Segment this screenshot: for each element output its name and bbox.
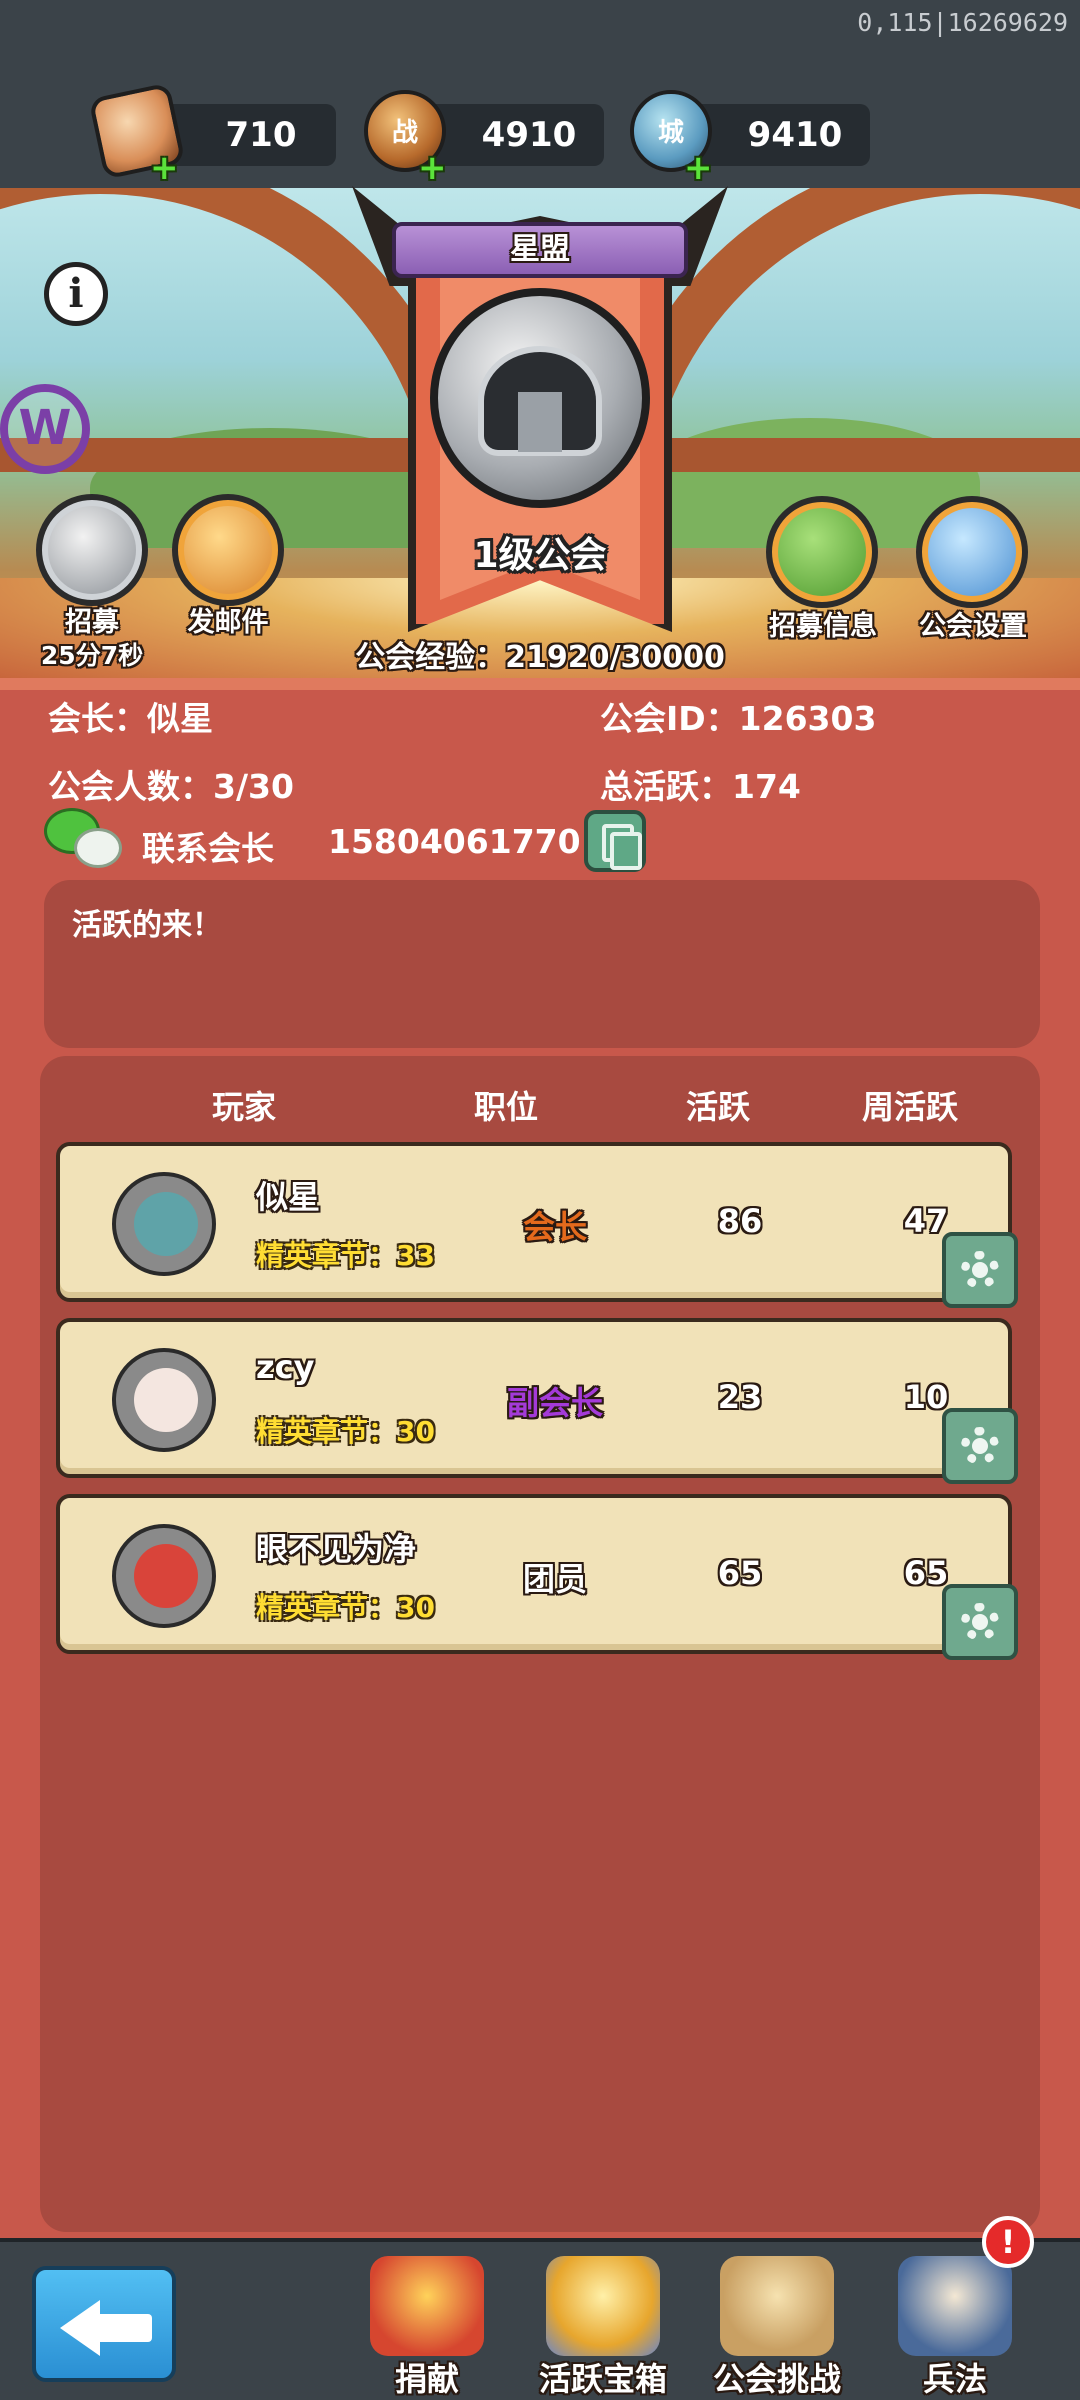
recruit-label: 招募 [65,607,119,638]
mail-icon [184,506,272,594]
member-settings-gear-icon[interactable] [942,1408,1018,1484]
nav-donate[interactable]: 捐献 [352,2252,502,2400]
resource-value: 4910 [481,115,577,155]
megaphone-icon [48,506,136,594]
guild-total-activity: 总活跃：174 [600,767,801,806]
guild-leader: 会长：似星 [48,699,213,738]
column-header-player: 玩家 [212,1088,277,1126]
player-role: 会长 [522,1208,587,1246]
bottom-nav-bar: 捐献 活跃宝箱 公会挑战 兵法 [0,2238,1080,2400]
resource-battle-token[interactable]: 战 + 4910 [364,90,604,188]
nav-art-of-war-label: 兵法 [922,2360,987,2398]
elite-chapter: 精英章节：33 [256,1239,435,1272]
guild-notice-text: 活跃的来！ [72,908,222,943]
debug-coordinates: 0,115|16269629 [857,8,1068,37]
activity-chest-icon [546,2256,660,2356]
resource-city-token[interactable]: 城 + 9410 [630,90,870,188]
resource-value: 9410 [747,115,843,155]
table-row[interactable]: zcy 精英章节：30 副会长 23 10 [56,1318,1018,1484]
nav-activity-chest-label: 活跃宝箱 [538,2360,667,2398]
nav-donate-label: 捐献 [394,2360,459,2398]
elite-chapter: 精英章节：30 [256,1415,435,1448]
guild-exp: 公会经验：21920/30000 [355,640,725,675]
gear-icon [928,508,1016,596]
column-header-activity: 活跃 [686,1088,751,1126]
guild-member-count: 公会人数：3/30 [48,767,294,806]
avatar[interactable] [112,1172,216,1276]
guild-challenge-icon [720,2256,834,2356]
player-activity: 86 [717,1202,763,1240]
member-settings-gear-icon[interactable] [942,1232,1018,1308]
art-of-war-book-icon [898,2256,1012,2356]
notification-badge: ! [982,2216,1034,2268]
player-name: zcy [256,1348,315,1386]
guild-settings-button[interactable] [916,496,1028,608]
info-icon[interactable]: i [44,262,108,326]
guild-id: 公会ID：126303 [600,699,877,738]
recruit-info-button[interactable] [766,496,878,608]
back-arrow-icon [60,2300,100,2356]
player-role: 副会长 [506,1384,603,1422]
player-name: 似星 [256,1178,321,1216]
elite-chapter: 精英章节：30 [256,1591,435,1624]
add-city-token-icon[interactable]: + [684,148,713,188]
column-header-role: 职位 [474,1088,539,1126]
add-recruit-card-icon[interactable]: + [150,148,179,188]
add-battle-token-icon[interactable]: + [418,148,447,188]
send-mail-button[interactable] [172,494,284,606]
copy-icon[interactable] [584,810,646,872]
recruit-button[interactable] [36,494,148,606]
player-name: 眼不见为净 [256,1530,417,1568]
resource-recruit-card[interactable]: + 710 [88,82,336,188]
guild-notice: 活跃的来！ [44,880,1040,1048]
table-row[interactable]: 眼不见为净 精英章节：30 团员 65 65 [56,1494,1018,1660]
member-settings-gear-icon[interactable] [942,1584,1018,1660]
contact-leader-label: 联系会长 [142,829,274,868]
recruit-info-label: 招募信息 [769,611,877,642]
contact-number: 15804061770 [328,822,581,861]
w-logo-icon[interactable]: W [0,384,90,474]
send-mail-label: 发邮件 [187,607,269,638]
nav-guild-challenge-label: 公会挑战 [712,2360,841,2398]
avatar[interactable] [112,1348,216,1452]
guild-name: 星盟 [392,222,688,278]
people-icon [778,508,866,596]
nav-art-of-war[interactable]: 兵法 [880,2252,1030,2400]
top-resource-bar: 0,115|16269629 + 710 战 + 4910 城 + 9410 [0,0,1080,188]
player-role: 团员 [522,1560,587,1598]
column-header-weekly-activity: 周活跃 [862,1088,959,1126]
guild-level: 1级公会 [473,535,607,576]
guild-emblem-icon[interactable] [430,288,650,508]
nav-activity-chest[interactable]: 活跃宝箱 [528,2252,678,2400]
wechat-icon [44,808,124,874]
recruit-timer: 25分7秒 [40,641,144,670]
guild-settings-label: 公会设置 [919,611,1027,642]
player-activity: 23 [717,1378,763,1416]
table-row[interactable]: 似星 精英章节：33 会长 86 47 [56,1142,1018,1308]
back-button[interactable] [32,2266,176,2382]
nav-guild-challenge[interactable]: 公会挑战 [702,2252,852,2400]
player-activity: 65 [717,1554,763,1592]
donate-icon [370,2256,484,2356]
avatar[interactable] [112,1524,216,1628]
resource-value: 710 [225,115,297,155]
